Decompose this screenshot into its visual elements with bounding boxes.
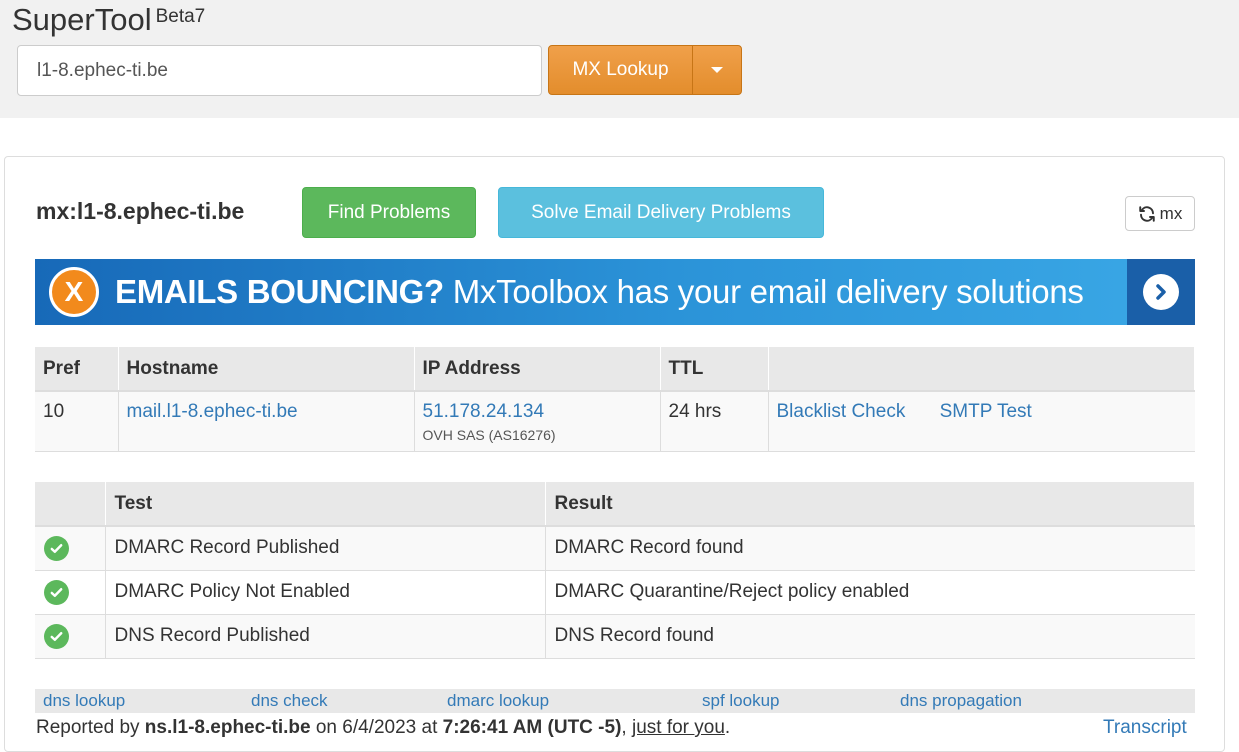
smtp-test-link[interactable]: SMTP Test (940, 401, 1032, 422)
table-row: DNS Record Published DNS Record found (35, 614, 1195, 659)
reported-on: on 6/4/2023 at (310, 717, 443, 738)
banner-text: EMAILS BOUNCING? MxToolbox has your emai… (115, 273, 1084, 311)
hostname-link[interactable]: mail.l1-8.ephec-ti.be (127, 401, 298, 422)
table-row: DMARC Policy Not Enabled DMARC Quarantin… (35, 570, 1195, 615)
dns-check-link[interactable]: dns check (251, 691, 328, 711)
status-cell (35, 570, 106, 615)
actions-cell: Blacklist Check SMTP Test (768, 391, 1195, 452)
solve-email-delivery-button[interactable]: Solve Email Delivery Problems (498, 187, 824, 238)
lookup-dropdown-toggle[interactable] (692, 45, 742, 95)
chevron-right-icon (1143, 274, 1179, 310)
dns-lookup-link[interactable]: dns lookup (43, 691, 125, 711)
result-cell: DMARC Record found (545, 526, 1195, 571)
test-name-cell: DMARC Policy Not Enabled (105, 570, 546, 615)
brand-logo[interactable]: SuperTool Beta7 (12, 2, 205, 38)
col-header-pref: Pref (35, 347, 119, 392)
beta-label: Beta7 (155, 6, 206, 27)
mx-records-table: Pref Hostname IP Address TTL 10 mail.l1-… (35, 347, 1195, 452)
table-row: DMARC Record Published DMARC Record foun… (35, 526, 1195, 571)
table-header-row: Pref Hostname IP Address TTL (35, 347, 1195, 392)
related-tools-bar: dns lookup dns check dmarc lookup spf lo… (35, 689, 1195, 713)
search-input-wrapper[interactable] (17, 45, 542, 96)
just-for-you-link[interactable]: just for you (632, 717, 725, 738)
col-header-hostname: Hostname (118, 347, 415, 392)
banner-arrow-box[interactable] (1127, 259, 1195, 325)
pref-cell: 10 (35, 391, 119, 452)
result-panel: mx:l1-8.ephec-ti.be Find Problems Solve … (4, 156, 1225, 752)
x-circle-icon: X (49, 267, 99, 317)
promo-banner[interactable]: X EMAILS BOUNCING? MxToolbox has your em… (35, 259, 1195, 325)
ip-link[interactable]: 51.178.24.134 (423, 401, 545, 422)
test-name-cell: DNS Record Published (105, 614, 546, 659)
dmarc-lookup-link[interactable]: dmarc lookup (447, 691, 549, 711)
dns-propagation-link[interactable]: dns propagation (900, 691, 1022, 711)
check-circle-icon (44, 535, 69, 561)
reported-host: ns.l1-8.ephec-ti.be (144, 717, 311, 738)
check-circle-icon (44, 623, 69, 649)
result-cell: DMARC Quarantine/Reject policy enabled (545, 570, 1195, 615)
col-header-status (35, 482, 106, 527)
refresh-label: mx (1159, 203, 1183, 223)
table-row: 10 mail.l1-8.ephec-ti.be 51.178.24.134 O… (35, 391, 1195, 452)
reported-prefix: Reported by (36, 717, 145, 738)
status-cell (35, 526, 106, 571)
search-input[interactable] (37, 59, 522, 82)
test-results-table: Test Result DMARC Record Published DMARC… (35, 482, 1195, 659)
hostname-cell: mail.l1-8.ephec-ti.be (118, 391, 415, 452)
banner-rest-text: MxToolbox has your email delivery soluti… (443, 273, 1084, 310)
reported-time: 7:26:41 AM (UTC -5) (442, 717, 622, 738)
status-cell (35, 614, 106, 659)
caret-down-icon (711, 67, 723, 73)
ttl-cell: 24 hrs (660, 391, 769, 452)
top-bar: SuperToolBeta7 MX Lookup (0, 0, 1239, 118)
col-header-actions (768, 347, 1195, 392)
transcript-link[interactable]: Transcript (1103, 717, 1187, 739)
mx-lookup-button[interactable]: MX Lookup (548, 45, 693, 95)
test-name-cell: DMARC Record Published (105, 526, 546, 571)
refresh-icon (1138, 205, 1155, 222)
col-header-ttl: TTL (660, 347, 769, 392)
banner-bold-text: EMAILS BOUNCING? (115, 273, 444, 310)
page-title: mx:l1-8.ephec-ti.be (36, 198, 245, 224)
table-header-row: Test Result (35, 482, 1195, 527)
result-cell: DNS Record found (545, 614, 1195, 659)
spf-lookup-link[interactable]: spf lookup (702, 691, 780, 711)
reported-period: . (724, 717, 731, 738)
check-circle-icon (44, 579, 69, 605)
report-info: Reported by ns.l1-8.ephec-ti.be on 6/4/2… (36, 717, 730, 739)
col-header-test: Test (105, 482, 546, 527)
brand-name: SuperTool (12, 2, 152, 37)
find-problems-button[interactable]: Find Problems (302, 187, 476, 238)
col-header-ip: IP Address (414, 347, 661, 392)
reported-sep: , (621, 717, 632, 738)
refresh-button[interactable]: mx (1125, 196, 1195, 231)
blacklist-check-link[interactable]: Blacklist Check (777, 401, 906, 422)
asn-label: OVH SAS (AS16276) (422, 427, 556, 443)
col-header-result: Result (545, 482, 1195, 527)
ip-cell: 51.178.24.134 OVH SAS (AS16276) (414, 391, 661, 452)
